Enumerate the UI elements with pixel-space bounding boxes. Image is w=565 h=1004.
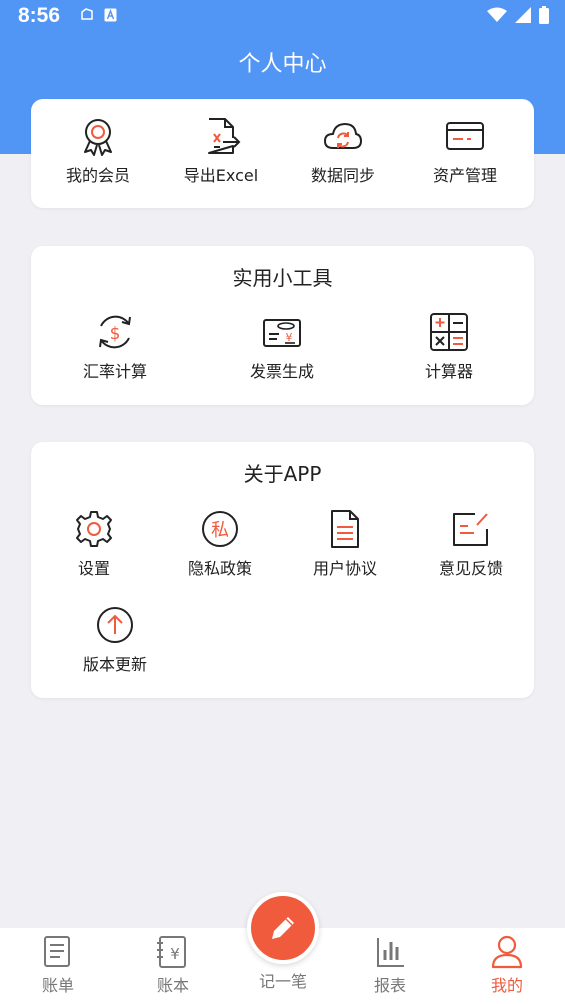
tab-bill-label: 账单	[41, 976, 74, 995]
ledger-icon: ¥	[157, 936, 186, 968]
version-update-button[interactable]: 版本更新	[55, 605, 175, 675]
bill-icon	[44, 936, 70, 967]
feedback-button[interactable]: 意见反馈	[411, 509, 531, 579]
export-excel-icon	[208, 118, 241, 154]
user-icon	[491, 935, 523, 969]
about-card: 关于APP 设置 私 隐私政策 用户协议 意见反馈 版本更新	[31, 442, 534, 698]
exchange-rate-icon: $	[99, 315, 131, 349]
tools-title: 实用小工具	[232, 266, 333, 290]
tab-ledger[interactable]: ¥ 账本	[133, 934, 213, 996]
signal-icon	[515, 7, 531, 23]
version-update-label: 版本更新	[82, 655, 147, 674]
tab-ledger-label: 账本	[156, 976, 189, 995]
data-sync-label: 数据同步	[310, 166, 375, 185]
calculator-icon	[430, 313, 468, 351]
about-title: 关于APP	[243, 462, 322, 486]
wifi-icon	[487, 7, 507, 22]
svg-text:¥: ¥	[170, 945, 180, 963]
tab-mine[interactable]: 我的	[467, 934, 547, 996]
tools-card: 实用小工具 $ 汇率计算 ¥ 发票生成 计算器	[31, 246, 534, 405]
chart-icon	[377, 938, 404, 967]
invoice-button[interactable]: ¥ 发票生成	[222, 312, 342, 382]
cloud-sync-icon	[324, 123, 362, 149]
export-excel-label: 导出Excel	[183, 166, 259, 185]
asset-management-label: 资产管理	[432, 166, 497, 185]
page-title: 个人中心	[238, 52, 327, 77]
invoice-label: 发票生成	[249, 362, 314, 381]
privacy-policy-label: 隐私政策	[187, 559, 252, 578]
status-time: 8:56	[18, 4, 61, 27]
status-system-icons	[487, 6, 549, 24]
invoice-icon: ¥	[263, 319, 301, 347]
feedback-label: 意见反馈	[438, 559, 503, 578]
feedback-icon	[453, 513, 488, 546]
card-icon	[446, 122, 484, 150]
add-record-button[interactable]	[247, 892, 319, 964]
tab-bill[interactable]: 账单	[18, 934, 98, 996]
pencil-icon	[272, 917, 294, 939]
tab-report-label: 报表	[373, 976, 406, 995]
tab-mine-label: 我的	[490, 976, 523, 995]
privacy-policy-button[interactable]: 私 隐私政策	[160, 509, 280, 579]
calculator-button[interactable]: 计算器	[389, 312, 509, 382]
privacy-icon: 私	[202, 511, 238, 547]
settings-button[interactable]: 设置	[34, 509, 154, 579]
member-label: 我的会员	[65, 166, 130, 185]
svg-text:$: $	[110, 324, 121, 344]
tab-report[interactable]: 报表	[350, 934, 430, 996]
exchange-rate-label: 汇率计算	[82, 362, 147, 381]
settings-label: 设置	[77, 559, 110, 578]
member-button[interactable]: 我的会员	[38, 116, 158, 186]
top-shortcuts-card: 我的会员 导出Excel 数据同步 资产管理	[31, 99, 534, 208]
svg-text:¥: ¥	[286, 331, 293, 344]
upgrade-icon	[97, 607, 133, 643]
document-icon	[331, 510, 359, 548]
exchange-rate-button[interactable]: $ 汇率计算	[55, 312, 175, 382]
add-record-label: 记一笔	[258, 972, 307, 991]
battery-icon	[539, 6, 549, 24]
status-notification-icons	[80, 8, 117, 22]
status-bar: 8:56	[0, 0, 565, 34]
gear-icon	[76, 511, 112, 547]
user-agreement-button[interactable]: 用户协议	[285, 509, 405, 579]
font-notification-icon	[104, 8, 117, 22]
export-excel-button[interactable]: 导出Excel	[161, 116, 281, 186]
calculator-label: 计算器	[424, 362, 473, 381]
svg-text:私: 私	[211, 520, 229, 541]
asset-management-button[interactable]: 资产管理	[405, 116, 525, 186]
user-agreement-label: 用户协议	[312, 559, 377, 578]
medal-icon	[84, 119, 112, 156]
gallery-notification-icon	[81, 8, 93, 20]
data-sync-button[interactable]: 数据同步	[283, 116, 403, 186]
